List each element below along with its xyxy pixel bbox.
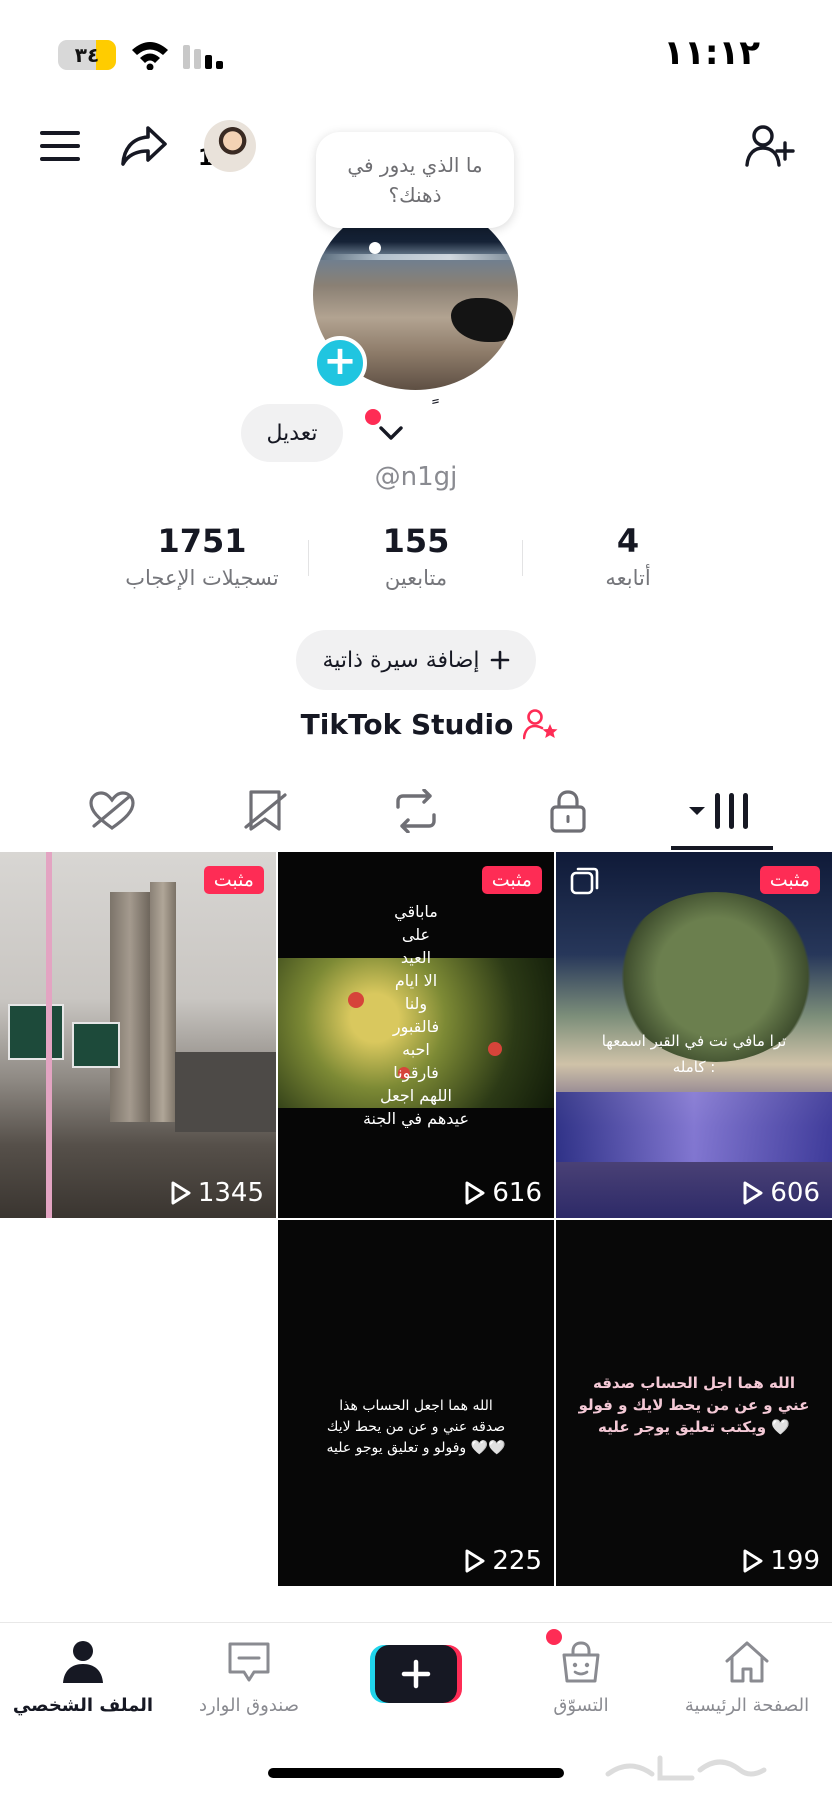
play-icon bbox=[465, 1181, 485, 1205]
battery-icon: ٣٤ bbox=[58, 40, 116, 70]
view-count: 199 bbox=[742, 1546, 820, 1576]
nav-inbox-label: صندوق الوارد bbox=[198, 1695, 300, 1716]
stat-following[interactable]: 4 أتابعه bbox=[528, 522, 728, 590]
video-caption: ترا مافي نت في القبر اسمعها كامله : bbox=[601, 1032, 787, 1076]
nav-inbox[interactable]: صندوق الوارد bbox=[174, 1637, 324, 1716]
studio-label: TikTok Studio bbox=[300, 707, 514, 741]
stat-followers[interactable]: 155 متابعين bbox=[316, 522, 516, 590]
views: 1345 bbox=[197, 1178, 264, 1208]
following-label: أتابعه bbox=[605, 566, 651, 590]
nav-home-label: الصفحة الرئيسية bbox=[684, 1695, 810, 1716]
view-count: 225 bbox=[464, 1546, 542, 1576]
edit-profile-button[interactable]: تعديل bbox=[241, 404, 343, 462]
thought-bubble[interactable]: ما الذي يدور في ذهنك؟ bbox=[316, 132, 514, 228]
tiktok-studio-link[interactable]: TikTok Studio bbox=[300, 704, 560, 744]
pinned-badge: مثبت bbox=[759, 866, 820, 894]
play-icon bbox=[171, 1181, 191, 1205]
divider bbox=[308, 540, 309, 576]
active-tab-indicator bbox=[671, 846, 773, 850]
add-friend-icon[interactable] bbox=[744, 120, 796, 172]
views: 225 bbox=[492, 1546, 542, 1576]
view-count: 616 bbox=[464, 1178, 542, 1208]
profile-viewer-avatar[interactable] bbox=[204, 120, 256, 172]
followers-label: متابعين bbox=[384, 566, 448, 590]
nav-profile-label: الملف الشخصي bbox=[12, 1695, 154, 1716]
reposts-icon[interactable] bbox=[376, 776, 456, 846]
home-icon bbox=[725, 1641, 769, 1683]
bottom-nav: الصفحة الرئيسية التسوّق صندوق الوارد الم… bbox=[0, 1622, 832, 1742]
divider bbox=[522, 540, 523, 576]
stat-likes[interactable]: 1751 تسجيلات الإعجاب bbox=[102, 522, 302, 590]
view-count: 1345 bbox=[170, 1178, 264, 1208]
menu-icon[interactable] bbox=[34, 120, 86, 172]
private-icon[interactable] bbox=[528, 776, 608, 846]
video-tile[interactable]: الله هما اجل الحساب صدقه عني و عن من يحط… bbox=[556, 1220, 832, 1586]
video-tile[interactable]: الله هما اجعل الحساب هذا صدقه عني و عن م… bbox=[278, 1220, 554, 1586]
chevron-down-icon[interactable] bbox=[376, 420, 406, 444]
bubble-tail bbox=[369, 242, 381, 254]
likes-label: تسجيلات الإعجاب bbox=[125, 566, 279, 590]
status-bar: ٣٤ ١١:١٢ bbox=[0, 0, 832, 110]
video-tile[interactable]: مثبت ماباقي على العيد الا ايام ولنا فالق… bbox=[278, 852, 554, 1218]
following-count: 4 bbox=[616, 522, 640, 560]
view-count: 606 bbox=[742, 1178, 820, 1208]
clock: ١١:١٢ bbox=[663, 33, 760, 73]
battery-level: ٣٤ bbox=[74, 43, 100, 67]
add-bio-button[interactable]: إضافة سيرة ذاتية bbox=[296, 630, 536, 690]
home-indicator bbox=[268, 1768, 564, 1778]
video-caption: الله هما اجعل الحساب هذا صدقه عني و عن م… bbox=[326, 1398, 506, 1456]
watermark-logo bbox=[605, 1755, 767, 1781]
views: 199 bbox=[770, 1546, 820, 1576]
nav-shop[interactable]: التسوّق bbox=[506, 1637, 656, 1716]
user-star-icon bbox=[523, 709, 558, 740]
profile-icon bbox=[63, 1641, 103, 1683]
play-icon bbox=[743, 1549, 763, 1573]
profile-tabs bbox=[0, 776, 832, 850]
followers-count: 155 bbox=[382, 522, 450, 560]
views: 616 bbox=[492, 1178, 542, 1208]
likes-count: 1751 bbox=[157, 522, 247, 560]
inbox-icon bbox=[228, 1642, 270, 1682]
share-icon[interactable] bbox=[118, 120, 170, 172]
videos-grid-icon[interactable] bbox=[680, 776, 760, 846]
play-icon bbox=[743, 1181, 763, 1205]
multi-photo-icon bbox=[570, 867, 599, 895]
video-tile[interactable]: مثبت ترا مافي نت في القبر اسمعها كامله :… bbox=[556, 852, 832, 1218]
views: 606 bbox=[770, 1178, 820, 1208]
video-caption: الله هما اجل الحساب صدقه عني و عن من يحط… bbox=[578, 1374, 810, 1436]
signal-icon bbox=[183, 45, 223, 69]
shop-notification-dot bbox=[546, 1629, 562, 1645]
nav-profile[interactable]: الملف الشخصي bbox=[8, 1637, 158, 1716]
liked-icon[interactable] bbox=[72, 776, 152, 846]
username: @n1gj bbox=[374, 462, 458, 492]
nav-home[interactable]: الصفحة الرئيسية bbox=[672, 1637, 822, 1716]
play-icon bbox=[465, 1549, 485, 1573]
pinned-badge: مثبت bbox=[203, 866, 264, 894]
plus-icon bbox=[490, 650, 509, 670]
wifi-icon bbox=[132, 42, 168, 70]
video-tile[interactable]: مثبت 1345 bbox=[0, 852, 276, 1218]
bio-label: إضافة سيرة ذاتية bbox=[322, 647, 480, 673]
nav-shop-label: التسوّق bbox=[553, 1695, 609, 1716]
shopping-bag-icon bbox=[562, 1641, 600, 1683]
add-photo-button[interactable]: + bbox=[313, 336, 367, 390]
favorites-icon[interactable] bbox=[226, 776, 306, 846]
video-caption: ماباقي على العيد الا ايام ولنا فالقبور ا… bbox=[362, 902, 470, 1128]
create-button[interactable] bbox=[370, 1645, 462, 1703]
pinned-badge: مثبت bbox=[481, 866, 542, 894]
